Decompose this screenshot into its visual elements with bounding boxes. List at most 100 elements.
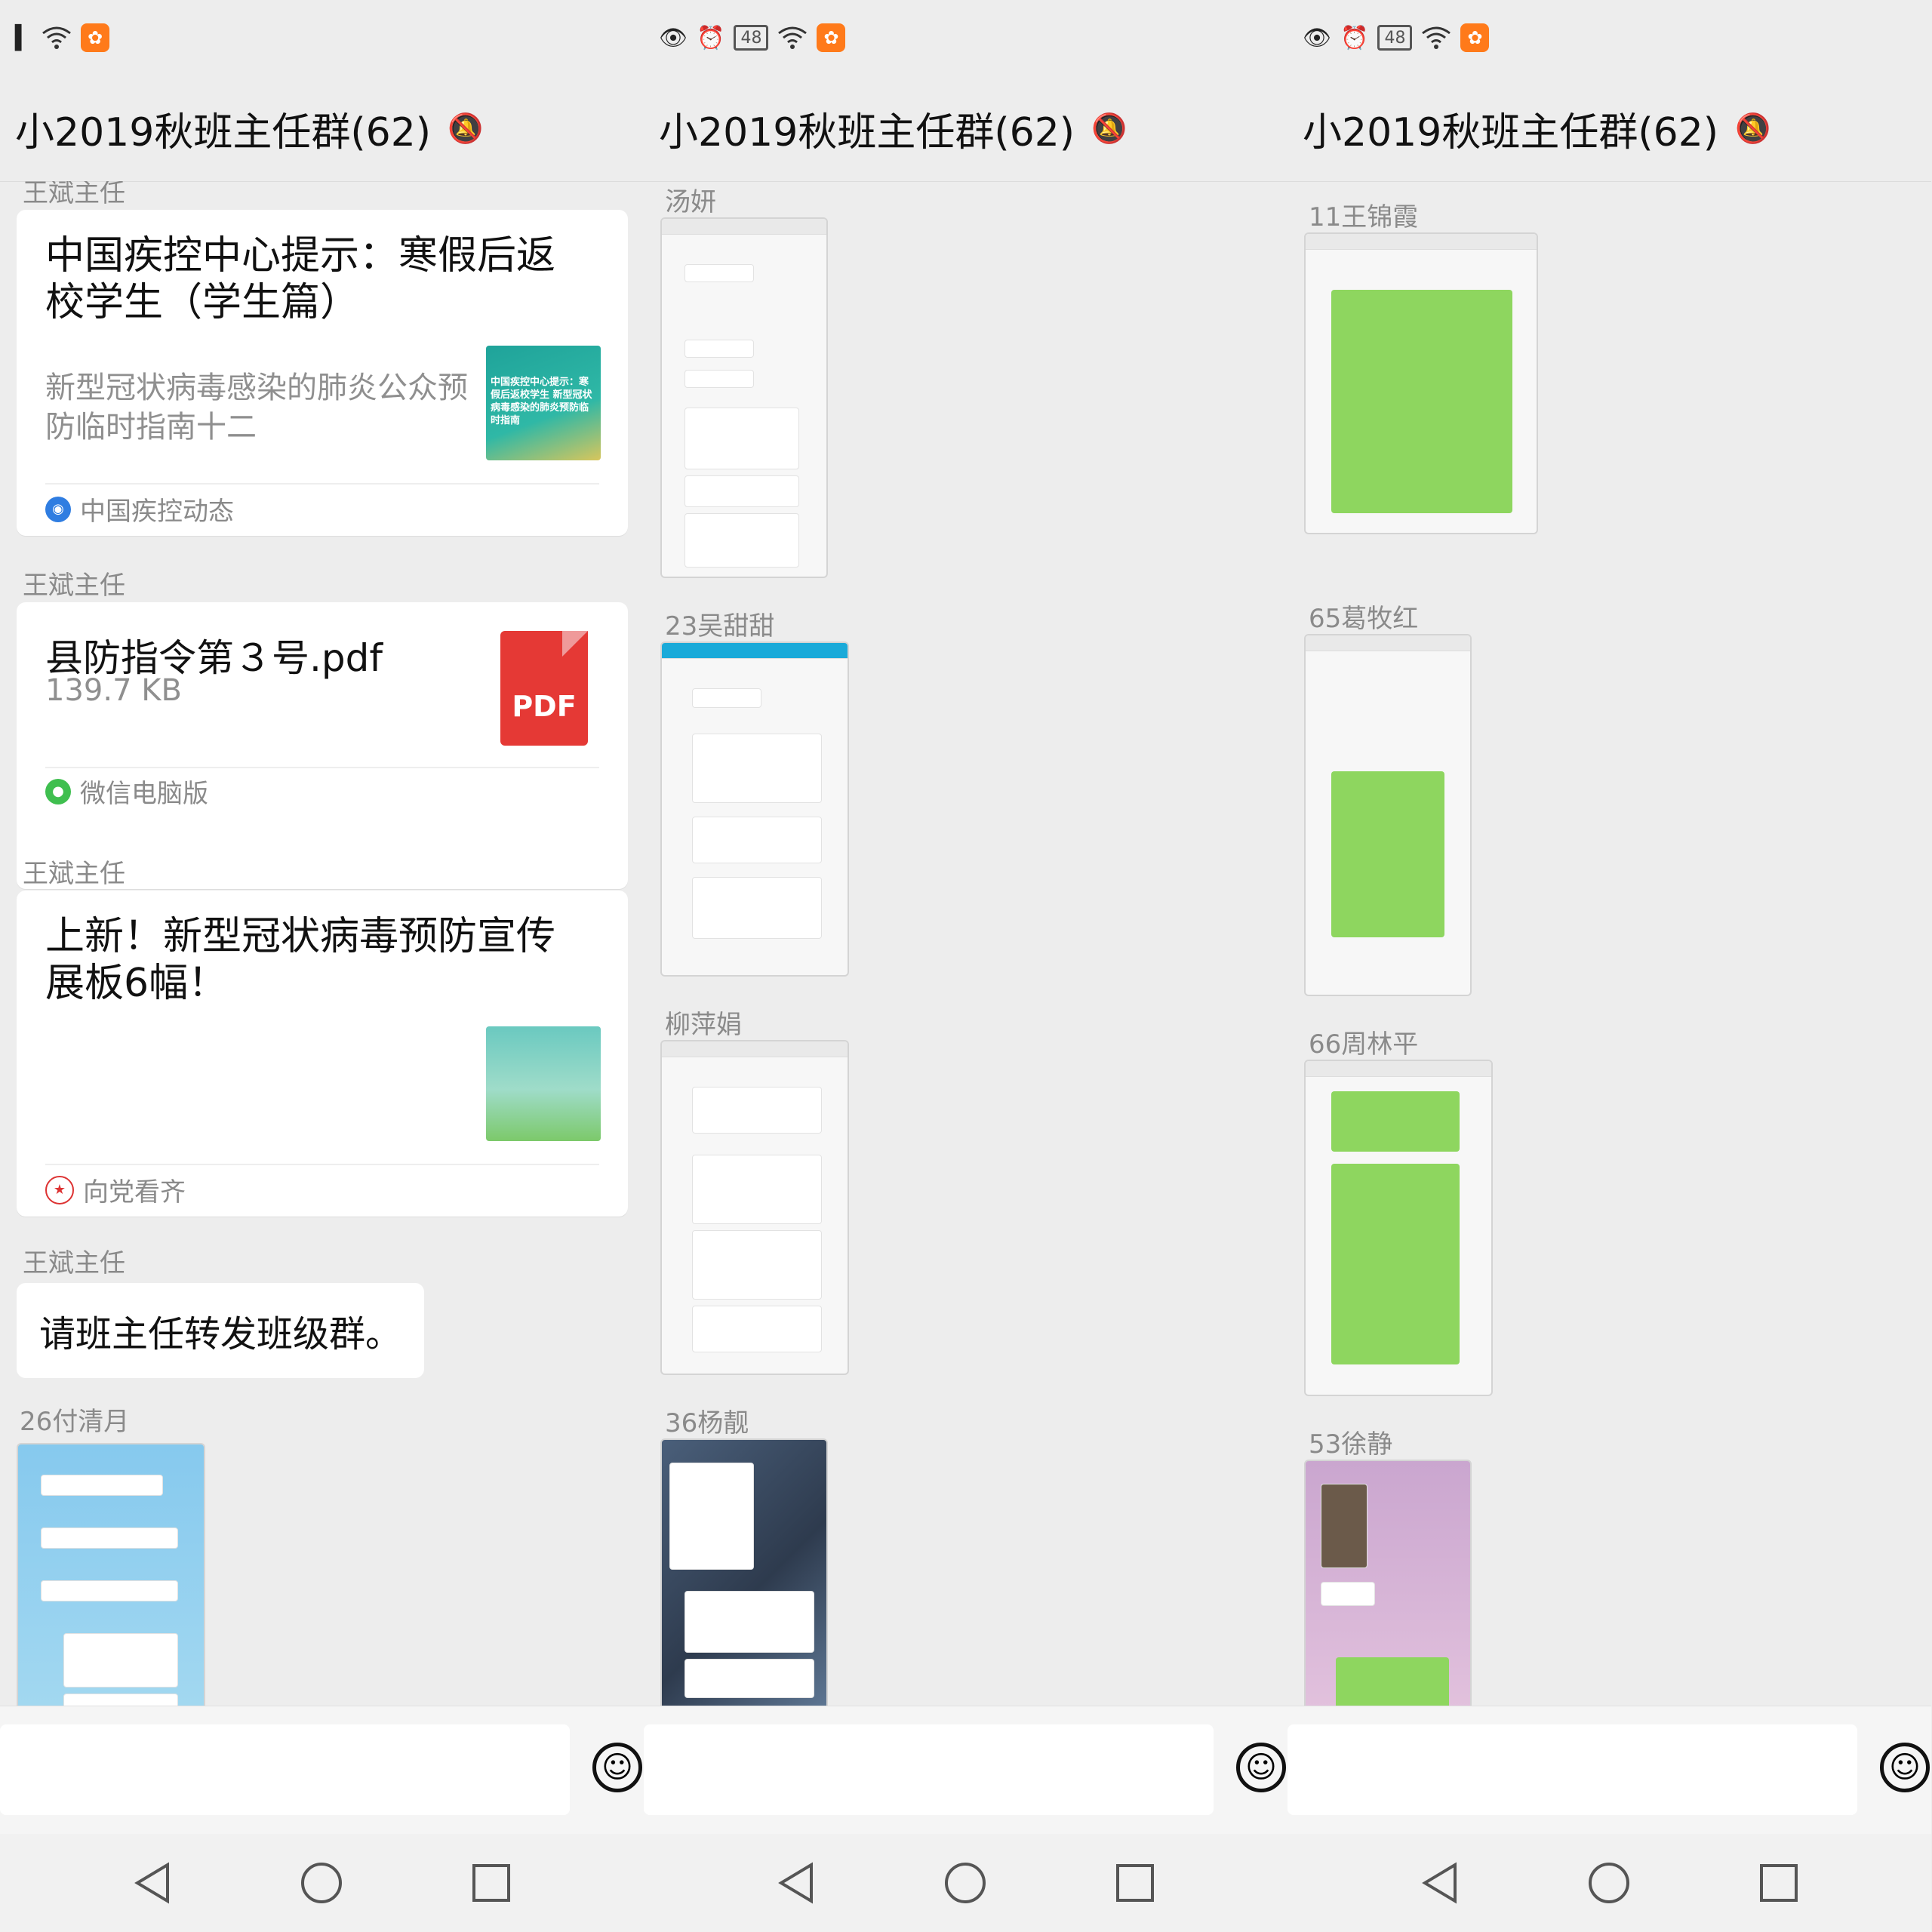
uc-browser-icon: ✿ (1460, 23, 1490, 52)
sender-name: 王斌主任 (23, 181, 125, 208)
source-name: 中国疾控动态 (80, 497, 234, 527)
image-content (662, 643, 848, 659)
image-content (1331, 771, 1444, 937)
article-description: 新型冠状病毒感染的肺炎公众预防临时指南十二 (45, 371, 468, 445)
image-content (1306, 635, 1470, 651)
wechat-icon: ● (45, 778, 71, 804)
recents-nav-icon[interactable] (469, 1860, 514, 1906)
message-list[interactable]: 汤妍 23吴甜甜 柳萍娟 36杨靓 (644, 181, 1287, 1706)
sender-name: 65葛牧红 (1309, 604, 1419, 634)
eye-icon: 👁 (1303, 24, 1332, 51)
image-content (41, 1475, 163, 1496)
image-content (1306, 234, 1537, 250)
article-card[interactable]: 中国疾控中心提示：寒假后返校学生（学生篇） 新型冠状病毒感染的肺炎公众预防临时指… (17, 210, 628, 536)
pdf-file-icon: PDF (500, 631, 588, 746)
home-nav-icon[interactable] (1586, 1860, 1632, 1906)
file-source: ● 微信电脑版 (45, 773, 208, 810)
pdf-label: PDF (512, 690, 577, 723)
image-message[interactable] (17, 1443, 205, 1706)
status-bar: ▍ ✿ (0, 0, 644, 75)
chat-screen-3: 👁 ⏰ 48 ✿ 小2019秋班主任群(62) 🔕 11王锦霞 65葛牧红 66… (1287, 0, 1931, 1932)
eye-icon: 👁 (659, 24, 688, 51)
image-content (692, 1155, 822, 1224)
nav-bar (1287, 1834, 1931, 1932)
group-title: 小2019秋班主任群(62) (1303, 109, 1719, 155)
group-title: 小2019秋班主任群(62) (15, 109, 432, 155)
article-title: 上新！新型冠状病毒预防宣传展板6幅！ (45, 914, 556, 1006)
image-content (63, 1633, 178, 1687)
alarm-icon: ⏰ (1340, 24, 1369, 51)
article-source: ◉ 中国疾控动态 (45, 491, 234, 528)
sender-name: 汤妍 (665, 187, 716, 217)
recents-nav-icon[interactable] (1112, 1860, 1158, 1906)
image-message[interactable] (1304, 232, 1538, 534)
image-content (669, 1463, 754, 1570)
message-input[interactable] (0, 1724, 570, 1815)
sender-name: 53徐静 (1309, 1429, 1393, 1460)
input-bar: ☺ (644, 1706, 1287, 1835)
image-message[interactable] (660, 641, 849, 977)
image-content (692, 817, 822, 863)
home-nav-icon[interactable] (943, 1860, 988, 1906)
sender-name: 王斌主任 (23, 571, 125, 601)
sender-name: 王斌主任 (23, 859, 125, 889)
file-size: 139.7 KB (45, 673, 182, 708)
message-input[interactable] (1287, 1724, 1857, 1815)
image-content (685, 408, 799, 469)
image-content (685, 264, 754, 282)
mute-bell-icon: 🔕 (1091, 111, 1128, 145)
home-nav-icon[interactable] (299, 1860, 344, 1906)
article-thumbnail (486, 1026, 601, 1141)
image-content (63, 1694, 178, 1706)
battery-icon: 48 (1377, 25, 1413, 51)
image-message[interactable] (1304, 1060, 1493, 1396)
article-title: 中国疾控中心提示：寒假后返校学生（学生篇） (45, 233, 556, 325)
emoji-icon[interactable]: ☺ (1236, 1743, 1286, 1792)
recents-nav-icon[interactable] (1756, 1860, 1801, 1906)
chat-screen-2: 👁 ⏰ 48 ✿ 小2019秋班主任群(62) 🔕 汤妍 23吴甜甜 柳萍娟 3… (644, 0, 1287, 1932)
image-message[interactable] (660, 1438, 828, 1706)
emoji-icon[interactable]: ☺ (592, 1743, 642, 1792)
sender-name: 11王锦霞 (1309, 202, 1419, 232)
mute-bell-icon: 🔕 (1735, 111, 1771, 145)
nav-bar (644, 1834, 1287, 1932)
image-content (692, 877, 822, 939)
status-bar: 👁 ⏰ 48 ✿ (644, 0, 1287, 75)
card-divider (45, 483, 599, 485)
back-nav-icon[interactable] (1417, 1860, 1463, 1906)
image-content (1306, 1061, 1491, 1077)
image-content (685, 340, 754, 358)
sender-name: 26付清月 (20, 1407, 130, 1437)
image-message[interactable] (1304, 634, 1472, 996)
wifi-icon (42, 23, 72, 53)
pdf-fold-corner (562, 631, 588, 657)
sender-name: 36杨靓 (665, 1408, 749, 1438)
emoji-icon[interactable]: ☺ (1880, 1743, 1930, 1792)
message-input[interactable] (644, 1724, 1214, 1815)
back-nav-icon[interactable] (130, 1860, 175, 1906)
article-card[interactable]: 上新！新型冠状病毒预防宣传展板6幅！ ★ 向党看齐 (17, 891, 628, 1217)
image-content (662, 1041, 848, 1057)
image-content (685, 475, 799, 507)
file-card[interactable]: 县防指令第３号.pdf 139.7 KB PDF ● 微信电脑版 (17, 602, 628, 889)
article-thumbnail: 中国疾控中心提示：寒假后返校学生 新型冠状病毒感染的肺炎预防临时指南 (486, 346, 601, 460)
image-content (692, 1087, 822, 1134)
image-content (692, 1306, 822, 1352)
source-name: 微信电脑版 (80, 779, 208, 809)
message-list[interactable]: 11王锦霞 65葛牧红 66周林平 53徐静 (1287, 181, 1931, 1706)
status-bar: 👁 ⏰ 48 ✿ (1287, 0, 1931, 75)
message-list[interactable]: 王斌主任 中国疾控中心提示：寒假后返校学生（学生篇） 新型冠状病毒感染的肺炎公众… (0, 181, 644, 1706)
wifi-icon (1421, 23, 1451, 53)
input-bar: ☺ (1287, 1706, 1931, 1835)
text-message[interactable]: 请班主任转发班级群。 (17, 1283, 425, 1378)
image-message[interactable] (1304, 1460, 1472, 1706)
battery-icon: 48 (734, 25, 769, 51)
thumbnail-text: 中国疾控中心提示：寒假后返校学生 新型冠状病毒感染的肺炎预防临时指南 (491, 377, 592, 426)
image-message[interactable] (660, 1040, 849, 1375)
image-content (1321, 1484, 1367, 1568)
uc-browser-icon: ✿ (817, 23, 846, 52)
card-divider (45, 1164, 599, 1165)
chat-title-bar: 小2019秋班主任群(62) 🔕 (1287, 75, 1931, 182)
image-message[interactable] (660, 217, 828, 578)
back-nav-icon[interactable] (774, 1860, 819, 1906)
